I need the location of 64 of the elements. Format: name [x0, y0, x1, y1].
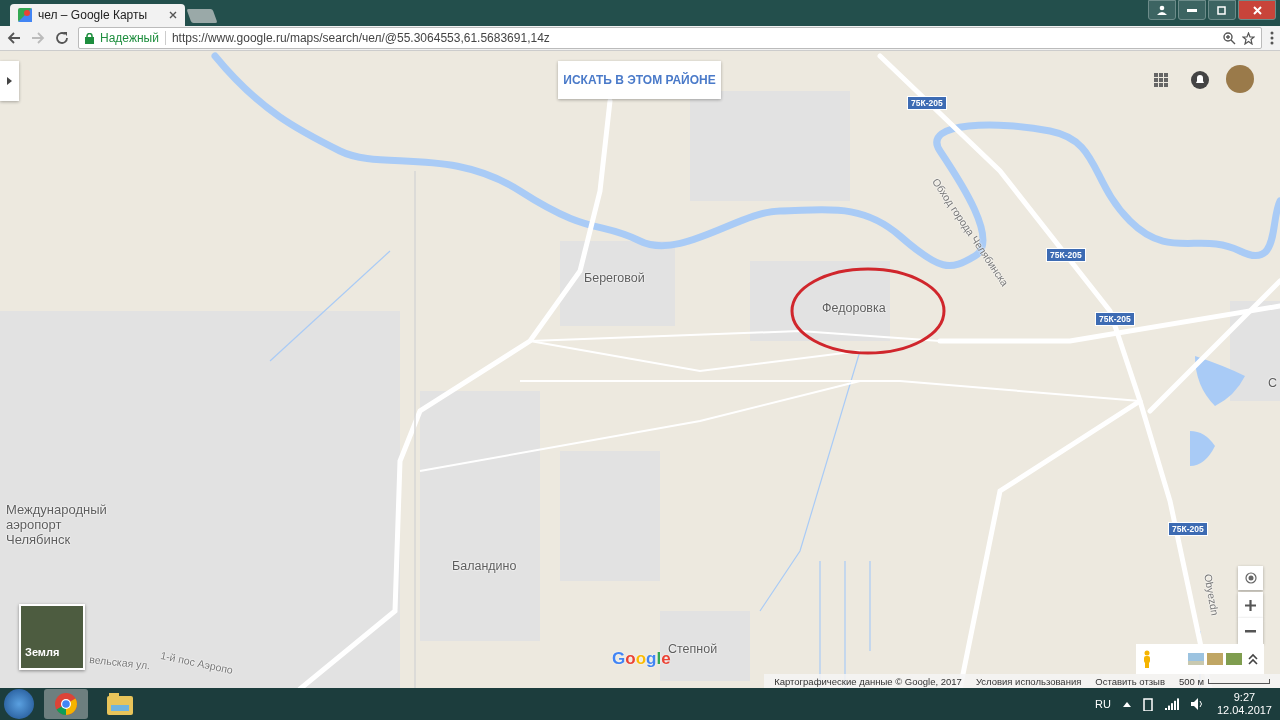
- street-label: 1-й пос Аэропо: [159, 649, 234, 677]
- speaker-icon[interactable]: [1190, 698, 1205, 710]
- maximize-button[interactable]: [1208, 0, 1236, 20]
- minus-icon: [1245, 629, 1256, 633]
- language-indicator[interactable]: RU: [1095, 698, 1111, 710]
- clock-time: 9:27: [1233, 691, 1256, 704]
- search-area-button[interactable]: ИСКАТЬ В ЭТОМ РАЙОНЕ: [558, 61, 721, 99]
- road-number-badge: 75К-205: [1095, 312, 1135, 326]
- close-icon[interactable]: [169, 11, 177, 19]
- road-number-badge: 75К-205: [907, 96, 947, 110]
- menu-icon[interactable]: [1270, 31, 1274, 45]
- zoom-in-button[interactable]: [1238, 592, 1263, 618]
- close-icon: [1252, 5, 1262, 15]
- close-window-button[interactable]: [1238, 0, 1276, 20]
- notification-icon[interactable]: [1191, 71, 1209, 89]
- minimize-icon: [1187, 8, 1197, 12]
- clock-date: 12.04.2017: [1216, 704, 1272, 717]
- back-icon[interactable]: [6, 30, 22, 46]
- lock-icon: [85, 32, 94, 44]
- location-icon: [1243, 571, 1258, 585]
- url-text: https://www.google.ru/maps/search/чел/@55.3064553,61.5683691,14z: [171, 31, 551, 45]
- person-icon: [1157, 5, 1167, 15]
- my-location-button[interactable]: [1238, 566, 1263, 590]
- zoom-icon[interactable]: [1223, 31, 1236, 45]
- restore-icon: [1217, 5, 1227, 15]
- browser-icon: [54, 692, 78, 716]
- security-label: Надежный: [100, 31, 159, 45]
- satellite-layer-toggle[interactable]: Земля: [19, 604, 85, 670]
- place-label: Баландино: [452, 559, 517, 573]
- address-bar[interactable]: Надежный https://www.google.ru/maps/search/чел/@55.3064553,61.5683691,14z: [78, 27, 1262, 49]
- caret-up-icon[interactable]: [1122, 701, 1131, 707]
- caret-icon: [7, 77, 12, 85]
- place-label: С: [1268, 376, 1278, 390]
- avatar[interactable]: [1226, 65, 1254, 93]
- expand-panel-button[interactable]: [0, 61, 19, 101]
- street-label: вельская ул.: [88, 653, 151, 672]
- imagery-thumbnail[interactable]: [1188, 653, 1204, 665]
- reload-icon[interactable]: [54, 30, 70, 46]
- place-label: Степной: [668, 642, 718, 656]
- apps-grid-icon[interactable]: [1154, 73, 1168, 87]
- star-icon[interactable]: [1242, 31, 1255, 45]
- chevron-up-icon[interactable]: [1248, 653, 1258, 665]
- road-number-badge: 75К-205: [1046, 248, 1086, 262]
- scale-bar: [1208, 678, 1270, 684]
- plus-icon: [1245, 599, 1256, 611]
- attribution-text: Картографические данные © Google, 2017: [774, 675, 962, 687]
- road-label: Obyezdn: [1202, 573, 1222, 617]
- browser-tab[interactable]: чел – Google Карты: [10, 4, 185, 26]
- place-label: Международный аэропорт Челябинск: [6, 502, 108, 547]
- road-number-badge: 75К-205: [1168, 522, 1208, 536]
- place-label: Федоровка: [822, 301, 886, 315]
- imagery-thumbnail[interactable]: [1226, 653, 1242, 665]
- start-button[interactable]: [4, 689, 34, 719]
- imagery-thumbnail[interactable]: [1207, 653, 1223, 665]
- zoom-out-button[interactable]: [1238, 618, 1263, 644]
- minimize-button[interactable]: [1178, 0, 1206, 20]
- folder-icon: [107, 693, 133, 715]
- footer-link[interactable]: Оставить отзыв: [1095, 675, 1165, 687]
- signal-icon[interactable]: [1164, 698, 1179, 710]
- place-label: Береговой: [584, 271, 645, 285]
- new-tab-button[interactable]: [186, 9, 218, 23]
- profile-button[interactable]: [1148, 0, 1176, 20]
- footer-link[interactable]: Условия использования: [975, 675, 1082, 687]
- scale-label: 500 м: [1178, 675, 1204, 687]
